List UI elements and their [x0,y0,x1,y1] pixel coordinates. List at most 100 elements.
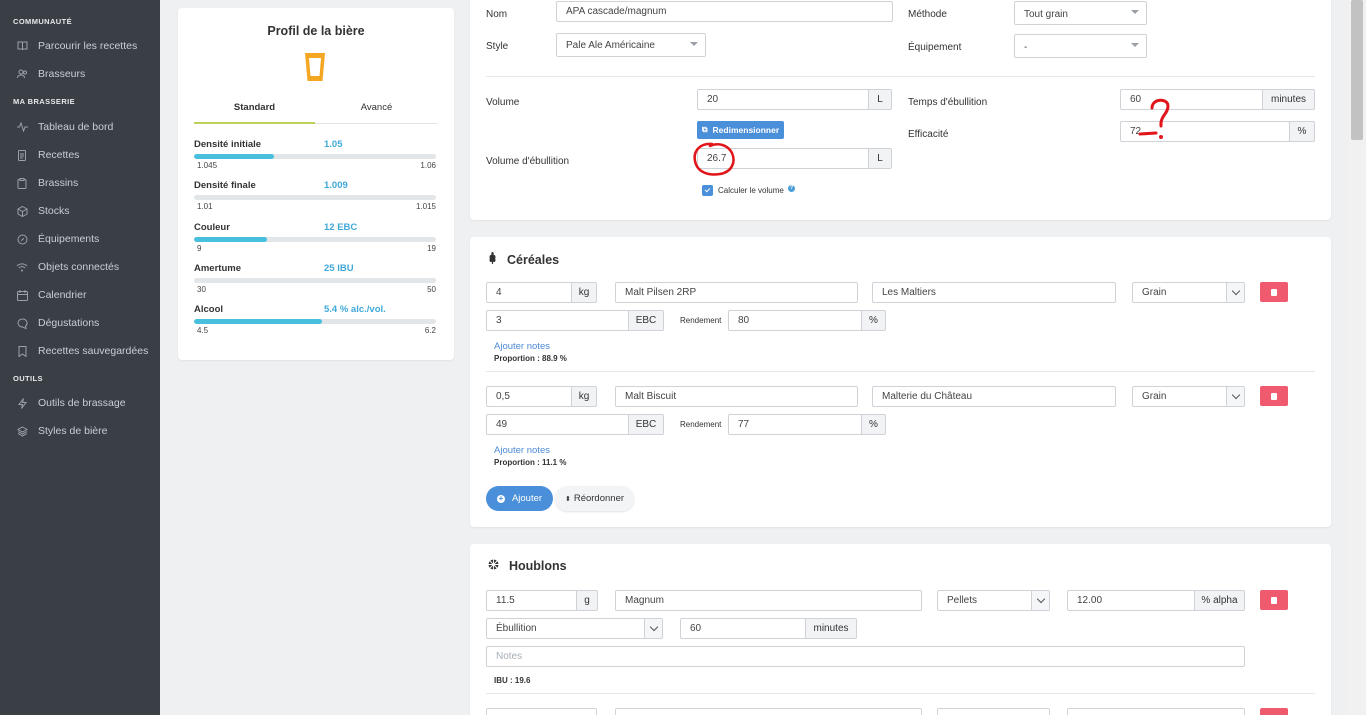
sidebar-item-styles-de-biere[interactable]: Styles de bière [0,421,160,441]
sidebar-item-label: Objets connectés [38,261,120,273]
sidebar-item-label: Styles de bière [38,425,108,437]
name-input[interactable]: APA cascade/magnum [556,1,893,22]
hop-name-input-next[interactable] [615,708,922,715]
chevron-down-icon [1226,387,1244,406]
delete-hop-button-next[interactable] [1260,708,1288,715]
grain-supplier-input[interactable]: Malterie du Château [872,386,1116,407]
grain-name-input[interactable]: Malt Biscuit [615,386,858,407]
grain-qty-input[interactable]: 0,5 [486,386,572,407]
grain-qty-input[interactable]: 4 [486,282,572,303]
sidebar-item-degustations[interactable]: Dégustations [0,313,160,333]
help-icon[interactable]: ? [788,185,795,192]
bitterness-label: Amertume [194,263,241,274]
divider [486,371,1315,372]
beer-profile-panel: Profil de la bière Standard Avancé Densi… [178,8,454,360]
grain-color-input[interactable]: 3 [486,310,629,331]
sidebar-section-communaute: COMMUNAUTÉ [13,17,72,26]
bookmark-icon [16,345,28,357]
sidebar-item-label: Outils de brassage [38,397,126,409]
box-icon [16,205,28,217]
sidebar-item-recettes-sauvegardees[interactable]: Recettes sauvegardées [0,341,160,361]
efficiency-unit: % [1289,121,1315,142]
sidebar-item-calendrier[interactable]: Calendrier [0,285,160,305]
volume-input[interactable]: 20 [697,89,869,110]
hop-alpha-unit: % alpha [1194,590,1245,611]
sidebar-item-label: Parcourir les recettes [38,40,138,52]
hop-time-unit: minutes [805,618,857,639]
bitterness-value: 25 IBU [324,263,354,274]
equipment-select[interactable]: - [1014,34,1147,58]
boil-time-unit: minutes [1262,89,1315,110]
sidebar-item-equipements[interactable]: Équipements [0,229,160,249]
sidebar-item-brasseurs[interactable]: Brasseurs [0,64,160,84]
method-select[interactable]: Tout grain [1014,1,1147,25]
hop-form-select-next[interactable] [937,708,1050,715]
og-min: 1.045 [197,161,218,170]
delete-grain-button[interactable] [1260,282,1288,302]
hop-time-input[interactable]: 60 [680,618,806,639]
sidebar-item-label: Recettes sauvegardées [38,345,149,357]
add-grain-button[interactable]: + Ajouter [486,486,553,511]
scrollbar-thumb[interactable] [1351,0,1363,140]
external-link-icon: ⧉ [701,125,708,134]
wifi-icon [16,261,28,273]
alcohol-max: 6.2 [424,326,436,335]
name-label: Nom [486,9,508,20]
chevron-down-icon [1226,283,1244,302]
tab-avance[interactable]: Avancé [315,102,438,124]
hop-qty-input[interactable]: 11.5 [486,590,577,611]
grain-color-input[interactable]: 49 [486,414,629,435]
og-label: Densité initiale [194,139,262,150]
sidebar-item-parcourir-recettes[interactable]: Parcourir les recettes [0,36,160,56]
cereals-panel: Céréales 4 kg Malt Pilsen 2RP Les Maltie… [470,237,1331,527]
reorder-button[interactable]: ⬍ Réordonner [555,486,634,511]
sidebar-item-recettes[interactable]: Recettes [0,145,160,165]
grain-type-select[interactable]: Grain [1132,282,1245,303]
calc-volume-checkbox[interactable] [702,185,713,196]
grain-type-select[interactable]: Grain [1132,386,1245,407]
hop-use-select[interactable]: Ébullition [486,618,663,639]
grain-supplier-input[interactable]: Les Maltiers [872,282,1116,303]
fg-max: 1.015 [415,202,436,211]
grain-qty-unit: kg [571,282,597,303]
sidebar-item-stocks[interactable]: Stocks [0,201,160,221]
add-notes-link[interactable]: Ajouter notes [494,341,550,352]
hop-form-select[interactable]: Pellets [937,590,1050,611]
grain-yield-input[interactable]: 80 [728,310,862,331]
bitterness-max: 50 [427,285,436,294]
sidebar-item-tableau-de-bord[interactable]: Tableau de bord [0,117,160,137]
delete-hop-button[interactable] [1260,590,1288,610]
grain-yield-input[interactable]: 77 [728,414,862,435]
compass-icon [16,233,28,245]
page-scrollbar[interactable] [1348,0,1366,715]
sidebar-item-label: Calendrier [38,289,87,301]
hop-name-input[interactable]: Magnum [615,590,922,611]
bolt-icon [16,397,28,409]
resize-button[interactable]: ⧉ Redimensionner [697,121,784,139]
grain-proportion: Proportion : 88.9 % [494,354,567,363]
hop-alpha-input[interactable]: 12.00 [1067,590,1195,611]
clipboard-icon [16,177,28,189]
bitterness-min: 30 [197,285,206,294]
sidebar-item-label: Brassins [38,177,79,189]
tab-standard[interactable]: Standard [194,102,315,124]
boil-time-label: Temps d'ébullition [908,97,988,108]
hop-alpha-input-next[interactable] [1067,708,1245,715]
sidebar-item-label: Tableau de bord [38,121,114,133]
delete-grain-button[interactable] [1260,386,1288,406]
sidebar-item-brassins[interactable]: Brassins [0,173,160,193]
hop-qty-input-next[interactable] [486,708,597,715]
sidebar-item-outils-de-brassage[interactable]: Outils de brassage [0,393,160,413]
sidebar-item-label: Recettes [38,149,80,161]
yield-label: Rendement [680,420,722,429]
volume-label: Volume [486,97,520,108]
hop-notes-input[interactable]: Notes [486,646,1245,667]
efficiency-label: Efficacité [908,129,949,140]
method-label: Méthode [908,9,947,20]
layers-icon [16,425,28,437]
sort-icon: ⬍ [564,495,571,503]
add-notes-link[interactable]: Ajouter notes [494,445,550,456]
grain-name-input[interactable]: Malt Pilsen 2RP [615,282,858,303]
sidebar-item-objets-connectes[interactable]: Objets connectés [0,257,160,277]
style-select[interactable]: Pale Ale Américaine [556,33,706,57]
